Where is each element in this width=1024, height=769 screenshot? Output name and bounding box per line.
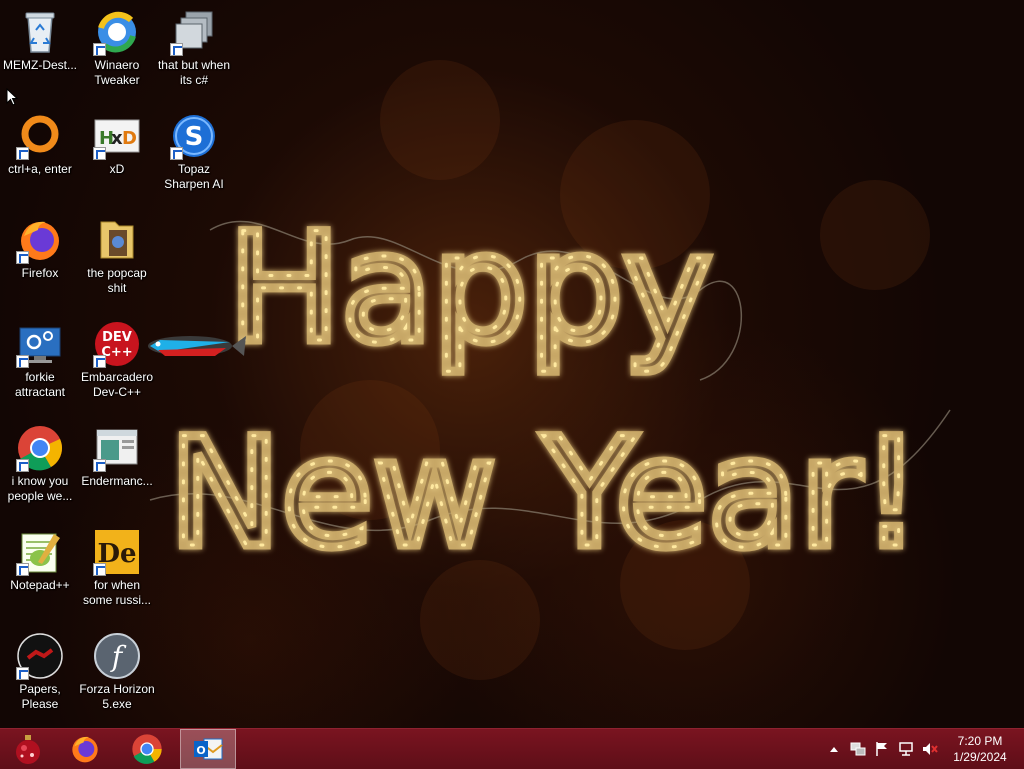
desktop-icon-label: Notepad++ bbox=[10, 578, 70, 592]
desktop-icon-label: Firefox bbox=[21, 266, 59, 280]
tray-volume[interactable] bbox=[922, 741, 938, 757]
desktop-icon-label: Forza Horizon 5.exe bbox=[79, 682, 155, 711]
start-button[interactable] bbox=[0, 729, 56, 769]
clock-time: 7:20 PM bbox=[957, 734, 1003, 748]
wallpaper-line2-bulbs: New Year! bbox=[169, 407, 922, 581]
de-icon: De bbox=[93, 528, 141, 576]
chrome-icon bbox=[132, 734, 162, 764]
desktop-icon-i-know-you-people[interactable]: i know you people we... bbox=[0, 420, 80, 516]
taskbar-firefox[interactable] bbox=[57, 729, 113, 769]
clock-date: 1/29/2024 bbox=[953, 750, 1007, 764]
hxd-icon: HxD bbox=[93, 112, 141, 160]
shortcut-arrow-icon bbox=[16, 355, 29, 368]
svg-text:S: S bbox=[185, 122, 204, 152]
shortcut-arrow-icon bbox=[16, 251, 29, 264]
desktop-icon-label: Endermanc... bbox=[81, 474, 153, 488]
notepadpp-icon bbox=[16, 528, 64, 576]
desktop-icon-endermanch[interactable]: Endermanc... bbox=[77, 420, 157, 516]
shortcut-arrow-icon bbox=[93, 43, 106, 56]
chevron-up-icon bbox=[830, 747, 838, 752]
action-center-flag-icon bbox=[876, 742, 887, 756]
desktop-icon-label: ctrl+a, enter bbox=[8, 162, 72, 176]
desktop-icon-label: that but when its c# bbox=[157, 58, 231, 87]
shortcut-arrow-icon bbox=[16, 459, 29, 472]
shortcut-arrow-icon bbox=[93, 459, 106, 472]
svg-text:C++: C++ bbox=[101, 345, 132, 360]
tray-action-center[interactable] bbox=[874, 741, 890, 757]
desktop[interactable]: Happy Happy New Year! New Year! MEMZ-Des… bbox=[0, 0, 1024, 728]
windows-stack-icon bbox=[170, 8, 218, 56]
shortcut-arrow-icon bbox=[16, 147, 29, 160]
desktop-icon-label: for when some russi... bbox=[82, 578, 151, 607]
desktop-icon-label: the popcap shit bbox=[87, 266, 147, 295]
show-hidden-icons-button[interactable] bbox=[826, 741, 842, 757]
desktop-icon-label: MEMZ-Dest... bbox=[3, 58, 77, 72]
tray-network[interactable] bbox=[898, 741, 914, 757]
shortcut-arrow-icon bbox=[93, 563, 106, 576]
shortcut-arrow-icon bbox=[93, 355, 106, 368]
settings-monitor-icon bbox=[16, 320, 64, 368]
desktop-icon-papers-please[interactable]: Papers, Please bbox=[0, 628, 80, 724]
desktop-icon-label: Papers, Please bbox=[19, 682, 61, 711]
taskbar: O 7:20 PM 1/29/2024 bbox=[0, 728, 1024, 769]
desktop-icon-for-when-some-russi[interactable]: De for when some russi... bbox=[77, 524, 157, 620]
desktop-icon-embarcadero-devcpp[interactable]: DEV C++ Embarcadero Dev-C++ bbox=[77, 316, 157, 412]
winaero-tweaker-icon bbox=[93, 8, 141, 56]
shortcut-arrow-icon bbox=[93, 147, 106, 160]
desktop-icon-memz[interactable]: MEMZ-Dest... bbox=[0, 4, 80, 100]
desktop-icon-firefox[interactable]: Firefox bbox=[0, 212, 80, 308]
firefox-icon bbox=[16, 216, 64, 264]
desktop-icon-xd[interactable]: HxD xD bbox=[77, 108, 157, 204]
topaz-icon: S bbox=[170, 112, 218, 160]
recycle-bin-icon bbox=[16, 8, 64, 56]
desktop-icon-winaero-tweaker[interactable]: Winaero Tweaker bbox=[77, 4, 157, 100]
shortcut-arrow-icon bbox=[16, 563, 29, 576]
shortcut-arrow-icon bbox=[16, 667, 29, 680]
desktop-icon-forkie-attractant[interactable]: forkie attractant bbox=[0, 316, 80, 412]
devcpp-icon: DEV C++ bbox=[93, 320, 141, 368]
shortcut-arrow-icon bbox=[170, 43, 183, 56]
tray-network-adapter[interactable] bbox=[850, 741, 866, 757]
flash-icon: f bbox=[93, 632, 141, 680]
taskbar-outlook[interactable]: O bbox=[180, 729, 236, 769]
desktop-icon-notepadpp[interactable]: Notepad++ bbox=[0, 524, 80, 620]
network-adapter-icon bbox=[850, 742, 866, 756]
desktop-icon-label: Topaz Sharpen AI bbox=[164, 162, 224, 191]
orange-ring-icon bbox=[16, 112, 64, 160]
chrome-icon bbox=[16, 424, 64, 472]
desktop-icon-label: Embarcadero Dev-C++ bbox=[80, 370, 154, 399]
desktop-icon-label: Winaero Tweaker bbox=[94, 58, 140, 87]
taskbar-chrome[interactable] bbox=[119, 729, 175, 769]
desktop-icon-that-but-when-its-cs[interactable]: that but when its c# bbox=[154, 4, 234, 100]
window-app-icon bbox=[93, 424, 141, 472]
desktop-icon-topaz-sharpen-ai[interactable]: S Topaz Sharpen AI bbox=[154, 108, 234, 204]
papers-please-icon bbox=[16, 632, 64, 680]
svg-text:DEV: DEV bbox=[102, 330, 132, 345]
wallpaper-line1-bulbs: Happy bbox=[228, 202, 712, 376]
taskbar-clock[interactable]: 7:20 PM 1/29/2024 bbox=[944, 733, 1016, 765]
shortcut-arrow-icon bbox=[170, 147, 183, 160]
christmas-ornament-icon bbox=[16, 735, 40, 764]
folder-icon bbox=[93, 216, 141, 264]
desktop-icon-label: xD bbox=[109, 162, 125, 176]
firefox-icon bbox=[72, 736, 98, 763]
desktop-icon-ctrl-a-enter[interactable]: ctrl+a, enter bbox=[0, 108, 80, 204]
desktop-icon-label: forkie attractant bbox=[14, 370, 66, 399]
svg-text:O: O bbox=[196, 744, 205, 757]
outlook-icon: O bbox=[194, 738, 223, 760]
desktop-icon-the-popcap-shit[interactable]: the popcap shit bbox=[77, 212, 157, 308]
mouse-cursor-icon bbox=[6, 88, 18, 106]
svg-text:D: D bbox=[122, 128, 137, 149]
desktop-icon-forza-horizon-5[interactable]: f Forza Horizon 5.exe bbox=[77, 628, 157, 724]
network-icon bbox=[899, 742, 913, 756]
volume-muted-icon bbox=[923, 743, 938, 755]
desktop-icon-label: i know you people we... bbox=[7, 474, 73, 503]
